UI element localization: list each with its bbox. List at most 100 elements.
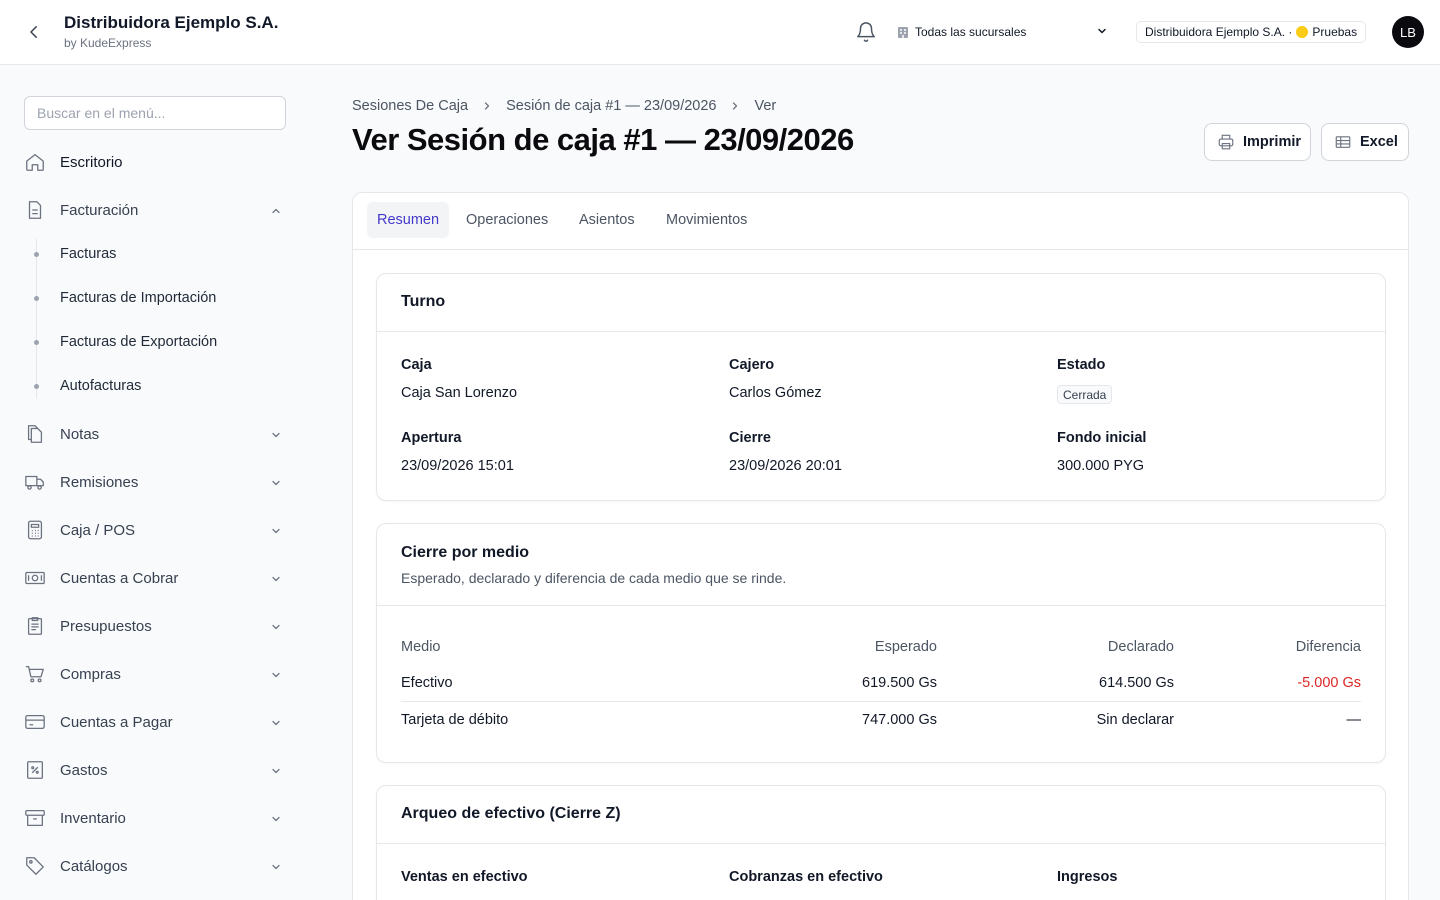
sidebar-item-cuentas-pagar[interactable]: Cuentas a Pagar <box>24 706 286 738</box>
sidebar-item-compras[interactable]: Compras <box>24 658 286 690</box>
sidebar-item-catalogos[interactable]: Catálogos <box>24 850 286 882</box>
sidebar-item-notas[interactable]: Notas <box>24 418 286 450</box>
sidebar-item-label: Gastos <box>60 761 108 779</box>
sidebar-subitem-autofacturas[interactable]: Autofacturas <box>60 372 141 400</box>
bell-icon[interactable] <box>855 21 877 43</box>
sidebar-item-label: Inventario <box>60 809 126 827</box>
sidebar-item-escritorio[interactable]: Escritorio <box>24 146 286 178</box>
menu-search-input[interactable] <box>24 96 286 130</box>
sidebar-item-label: Presupuestos <box>60 617 152 635</box>
tab-asientos[interactable]: Asientos <box>569 202 645 238</box>
submenu-dot <box>34 384 39 389</box>
page-title: Ver Sesión de caja #1 — 23/09/2026 <box>352 122 854 157</box>
top-bar: Distribuidora Ejemplo S.A. by KudeExpres… <box>0 0 1440 65</box>
breadcrumb-current: Ver <box>754 98 777 114</box>
field-value-fondo: 300.000 PYG <box>1057 458 1145 474</box>
chevron-down-icon <box>270 860 282 878</box>
sidebar-item-label: Compras <box>60 665 121 683</box>
field-value-apertura: 23/09/2026 15:01 <box>401 458 514 474</box>
sidebar-item-label: Escritorio <box>60 153 123 171</box>
company-name: Distribuidora Ejemplo S.A. <box>64 13 279 32</box>
card-header: Cierre por medio Esperado, declarado y d… <box>377 524 1385 606</box>
excel-button-label: Excel <box>1360 134 1398 150</box>
submenu-dot <box>34 252 39 257</box>
sidebar-item-label: Notas <box>60 425 100 443</box>
money-icon <box>24 567 46 589</box>
field-label-caja: Caja <box>401 357 432 373</box>
sidebar-item-remisiones[interactable]: Remisiones <box>24 466 286 498</box>
field-label-cobranzas-efectivo: Cobranzas en efectivo <box>729 869 883 885</box>
submenu-dot <box>34 296 39 301</box>
arqueo-card: Arqueo de efectivo (Cierre Z) Ventas en … <box>376 785 1386 900</box>
sidebar-item-presupuestos[interactable]: Presupuestos <box>24 610 286 642</box>
clipboard-icon <box>24 615 46 637</box>
field-label-estado: Estado <box>1057 357 1106 373</box>
breadcrumb-link-sesiones[interactable]: Sesiones De Caja <box>352 98 468 114</box>
submenu-dot <box>34 340 39 345</box>
environment-label: Pruebas <box>1312 25 1358 39</box>
branch-selector[interactable]: Todas las sucursales <box>896 21 1116 43</box>
card-description: Esperado, declarado y diferencia de cada… <box>401 570 787 586</box>
card-icon <box>24 711 46 733</box>
calculator-icon <box>24 519 46 541</box>
field-label-fondo: Fondo inicial <box>1057 430 1147 446</box>
chevron-up-icon <box>270 204 282 222</box>
card-title: Arqueo de efectivo (Cierre Z) <box>401 805 621 822</box>
column-header: Esperado <box>874 639 937 655</box>
sidebar-item-label: Remisiones <box>60 473 139 491</box>
sidebar: Escritorio Facturación Facturas Facturas… <box>0 65 310 900</box>
row-divider <box>401 701 1361 702</box>
column-header: Diferencia <box>1295 639 1361 655</box>
session-panel: Resumen Operaciones Asientos Movimientos… <box>352 192 1409 900</box>
submenu-line <box>36 239 37 399</box>
chevron-down-icon <box>270 572 282 590</box>
print-button-label: Imprimir <box>1243 134 1302 150</box>
sidebar-item-label: Cuentas a Cobrar <box>60 569 179 587</box>
building-icon <box>896 25 910 39</box>
company-environment-badge[interactable]: Distribuidora Ejemplo S.A. · Pruebas <box>1136 21 1367 43</box>
excel-button[interactable]: Excel <box>1321 123 1409 161</box>
chevron-down-icon <box>270 812 282 830</box>
breadcrumb-link-sesion[interactable]: Sesión de caja #1 — 23/09/2026 <box>506 98 716 114</box>
receipt-icon <box>24 759 46 781</box>
field-label-apertura: Apertura <box>401 430 462 446</box>
card-header: Turno <box>377 274 1385 332</box>
card-title: Cierre por medio <box>401 544 530 561</box>
tag-icon <box>24 855 46 877</box>
chevron-down-icon <box>270 476 282 494</box>
table-cell-declarado: 614.500 Gs <box>1099 675 1174 691</box>
chevron-right-icon <box>729 100 741 112</box>
cart-icon <box>24 663 46 685</box>
printer-icon <box>1217 133 1235 151</box>
sidebar-item-label: Cuentas a Pagar <box>60 713 173 731</box>
tab-resumen[interactable]: Resumen <box>367 202 450 238</box>
avatar[interactable]: LB <box>1392 16 1424 48</box>
sidebar-subitem-facturas-exportacion[interactable]: Facturas de Exportación <box>60 328 217 356</box>
sidebar-item-label: Catálogos <box>60 857 128 875</box>
sidebar-item-cuentas-cobrar[interactable]: Cuentas a Cobrar <box>24 562 286 594</box>
sidebar-subitem-facturas-importacion[interactable]: Facturas de Importación <box>60 284 216 312</box>
field-label-cajero: Cajero <box>729 357 775 373</box>
table-cell-declarado: Sin declarar <box>1096 712 1174 728</box>
cierre-card: Cierre por medio Esperado, declarado y d… <box>376 523 1386 763</box>
table-cell-esperado: 619.500 Gs <box>862 675 937 691</box>
tab-movimientos[interactable]: Movimientos <box>656 202 757 238</box>
chevron-down-icon <box>270 764 282 782</box>
chevron-down-icon <box>1096 25 1108 40</box>
table-cell-medio: Efectivo <box>401 675 453 691</box>
table-cell-esperado: 747.000 Gs <box>862 712 937 728</box>
sidebar-item-label: Caja / POS <box>60 521 136 539</box>
notes-icon <box>24 423 46 445</box>
sidebar-item-inventario[interactable]: Inventario <box>24 802 286 834</box>
sidebar-item-caja-pos[interactable]: Caja / POS <box>24 514 286 546</box>
tab-operaciones[interactable]: Operaciones <box>456 202 558 238</box>
sidebar-item-gastos[interactable]: Gastos <box>24 754 286 786</box>
back-arrow-icon[interactable] <box>22 20 46 44</box>
print-button[interactable]: Imprimir <box>1204 123 1311 161</box>
brand-subtitle: by KudeExpress <box>64 36 152 50</box>
branch-selector-label: Todas las sucursales <box>915 25 1027 39</box>
field-label-cierre: Cierre <box>729 430 771 446</box>
sidebar-subitem-facturas[interactable]: Facturas <box>60 240 116 268</box>
sidebar-item-facturacion[interactable]: Facturación <box>24 194 286 226</box>
column-header: Declarado <box>1107 639 1174 655</box>
